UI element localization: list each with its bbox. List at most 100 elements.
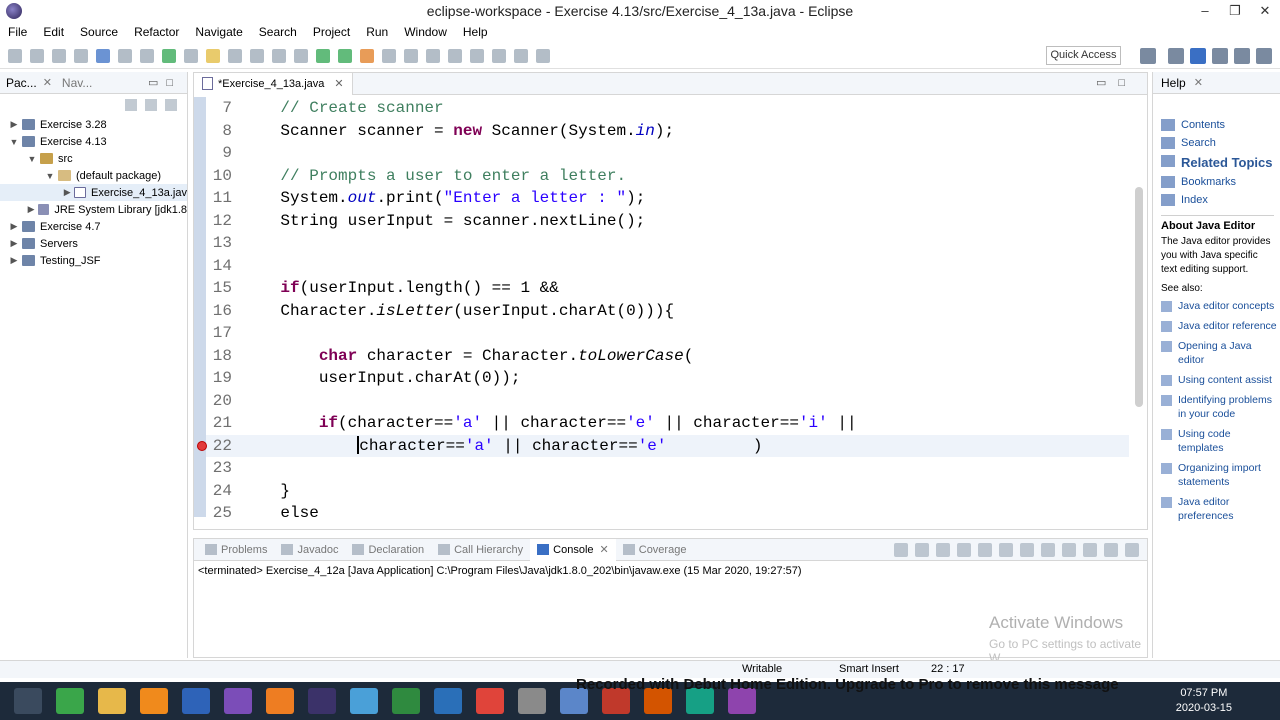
coverage-icon[interactable] bbox=[162, 48, 176, 63]
git-perspective-icon[interactable] bbox=[1234, 48, 1250, 64]
menu-file[interactable]: File bbox=[8, 25, 27, 39]
horizontal-scrollbar[interactable] bbox=[194, 515, 1129, 529]
collapse-icon[interactable]: ▼ bbox=[44, 171, 56, 181]
new-java-project-icon[interactable] bbox=[382, 48, 396, 63]
close-icon[interactable]: ✕ bbox=[334, 77, 343, 90]
code-line[interactable]: 19 userInput.charAt(0)); bbox=[194, 367, 1129, 390]
toggle-icon[interactable] bbox=[228, 48, 242, 63]
help-topic-link[interactable]: Opening a Java editor bbox=[1153, 336, 1280, 370]
help-topic-link[interactable]: Using content assist bbox=[1153, 370, 1280, 390]
run-coverage-icon[interactable] bbox=[338, 48, 352, 63]
tab-coverage[interactable]: Coverage bbox=[616, 539, 694, 561]
collapse-icon[interactable]: ▼ bbox=[8, 137, 20, 147]
app-dark-blue-icon[interactable] bbox=[434, 688, 462, 714]
debug-run-icon[interactable] bbox=[294, 48, 308, 63]
remove-all-icon[interactable] bbox=[936, 543, 950, 557]
tree-item[interactable]: ▶ Exercise 3.28 bbox=[0, 116, 187, 133]
tab-exercise-4-13a[interactable]: *Exercise_4_13a.java ✕ bbox=[194, 72, 353, 95]
clock[interactable]: 07:57 PM 2020-03-15 bbox=[1176, 686, 1232, 716]
help-topic-link[interactable]: Java editor reference bbox=[1153, 316, 1280, 336]
new-package-icon[interactable] bbox=[404, 48, 418, 63]
code-line[interactable]: 10 // Prompts a user to enter a letter. bbox=[194, 164, 1129, 187]
expand-icon[interactable]: ▶ bbox=[26, 204, 36, 215]
menu-navigate[interactable]: Navigate bbox=[195, 25, 242, 39]
terminate-icon[interactable] bbox=[894, 543, 908, 557]
code-line[interactable]: 7 // Create scanner bbox=[194, 97, 1129, 120]
code-line[interactable]: 20 bbox=[194, 389, 1129, 412]
code-line[interactable]: 21 if(character=='a' || character=='e' |… bbox=[194, 412, 1129, 435]
tab-navigator[interactable]: Nav... bbox=[62, 76, 92, 90]
tree-item[interactable]: ▶ Exercise 4.7 bbox=[0, 218, 187, 235]
close-icon[interactable]: ✕ bbox=[43, 76, 52, 89]
code-line[interactable]: 8 Scanner scanner = new Scanner(System.i… bbox=[194, 119, 1129, 142]
clear-console-icon[interactable] bbox=[957, 543, 971, 557]
java-ee-perspective-icon[interactable] bbox=[1168, 48, 1184, 64]
help-link-bookmarks[interactable]: Bookmarks bbox=[1153, 173, 1280, 191]
expand-icon[interactable]: ▶ bbox=[8, 238, 20, 249]
menu-source[interactable]: Source bbox=[80, 25, 118, 39]
expand-icon[interactable]: ▶ bbox=[8, 255, 20, 266]
close-button[interactable]: ✕ bbox=[1250, 0, 1280, 22]
help-topic-link[interactable]: Java editor concepts bbox=[1153, 296, 1280, 316]
start-icon[interactable] bbox=[14, 688, 42, 714]
save-icon[interactable] bbox=[30, 48, 44, 63]
debug-perspective-icon[interactable] bbox=[1212, 48, 1228, 64]
code-line[interactable]: 17 bbox=[194, 322, 1129, 345]
word-wrap-icon[interactable] bbox=[999, 543, 1013, 557]
tree-item[interactable]: ▶ JRE System Library [jdk1.8 bbox=[0, 201, 187, 218]
expand-icon[interactable]: ▶ bbox=[8, 119, 20, 130]
code-line[interactable]: 22 character=='a' || character=='e' ) bbox=[194, 434, 1129, 457]
refresh-icon[interactable] bbox=[184, 48, 198, 63]
panel-minmax-icons[interactable]: ▭□ bbox=[148, 76, 181, 89]
close-icon[interactable]: ✕ bbox=[1194, 76, 1203, 89]
back-icon[interactable] bbox=[514, 48, 528, 63]
highlight-icon[interactable] bbox=[206, 48, 220, 63]
terminal-icon[interactable] bbox=[96, 48, 110, 63]
run-icon[interactable] bbox=[316, 48, 330, 63]
code-line[interactable]: 11 System.out.print("Enter a letter : ")… bbox=[194, 187, 1129, 210]
tree-item[interactable]: ▶ Exercise_4_13a.jav bbox=[0, 184, 187, 201]
open-type-icon[interactable] bbox=[426, 48, 440, 63]
team-perspective-icon[interactable] bbox=[1256, 48, 1272, 64]
code-line[interactable]: 16 Character.isLetter(userInput.charAt(0… bbox=[194, 299, 1129, 322]
maximize-icon[interactable] bbox=[1125, 543, 1139, 557]
tab-declaration[interactable]: Declaration bbox=[345, 539, 431, 561]
tab-help[interactable]: Help ✕ bbox=[1153, 72, 1280, 94]
view-menu-icon[interactable] bbox=[165, 99, 177, 111]
help-topic-link[interactable]: Organizing import statements bbox=[1153, 458, 1280, 492]
tab-package-explorer[interactable]: Pac... ✕ bbox=[6, 76, 52, 90]
scrollbar-thumb[interactable] bbox=[1135, 187, 1143, 407]
code-line[interactable]: 12 String userInput = scanner.nextLine()… bbox=[194, 209, 1129, 232]
code-line[interactable]: 9 bbox=[194, 142, 1129, 165]
maximize-button[interactable]: ❐ bbox=[1220, 0, 1250, 22]
code-area[interactable]: 7 // Create scanner 8 Scanner scanner = n… bbox=[194, 97, 1129, 517]
menu-search[interactable]: Search bbox=[259, 25, 297, 39]
app-grey-icon[interactable] bbox=[518, 688, 546, 714]
search-icon[interactable] bbox=[448, 48, 462, 63]
menu-help[interactable]: Help bbox=[463, 25, 488, 39]
menu-project[interactable]: Project bbox=[313, 25, 350, 39]
external-tools-icon[interactable] bbox=[360, 48, 374, 63]
menu-window[interactable]: Window bbox=[404, 25, 447, 39]
menu-refactor[interactable]: Refactor bbox=[134, 25, 179, 39]
java-perspective-icon[interactable] bbox=[1190, 48, 1206, 64]
minimize-icon[interactable] bbox=[1104, 543, 1118, 557]
code-line[interactable]: 13 bbox=[194, 232, 1129, 255]
menu-run[interactable]: Run bbox=[366, 25, 388, 39]
media-icon[interactable] bbox=[266, 688, 294, 714]
tree-item[interactable]: ▼ (default package) bbox=[0, 167, 187, 184]
word-icon[interactable] bbox=[182, 688, 210, 714]
app-green-icon[interactable] bbox=[56, 688, 84, 714]
block-selection-icon[interactable] bbox=[250, 48, 264, 63]
help-link-index[interactable]: Index bbox=[1153, 191, 1280, 209]
visual-studio-icon[interactable] bbox=[224, 688, 252, 714]
tab-javadoc[interactable]: Javadoc bbox=[274, 539, 345, 561]
help-topic-link[interactable]: Identifying problems in your code bbox=[1153, 390, 1280, 424]
menu-edit[interactable]: Edit bbox=[43, 25, 64, 39]
chrome-icon[interactable] bbox=[476, 688, 504, 714]
close-icon[interactable]: ✕ bbox=[600, 543, 609, 556]
code-line[interactable]: 23 bbox=[194, 457, 1129, 480]
debug-icon[interactable] bbox=[118, 48, 132, 63]
editor-minmax-icons[interactable]: ▭□ bbox=[1096, 76, 1137, 89]
tab-console[interactable]: Console ✕ bbox=[530, 538, 616, 561]
